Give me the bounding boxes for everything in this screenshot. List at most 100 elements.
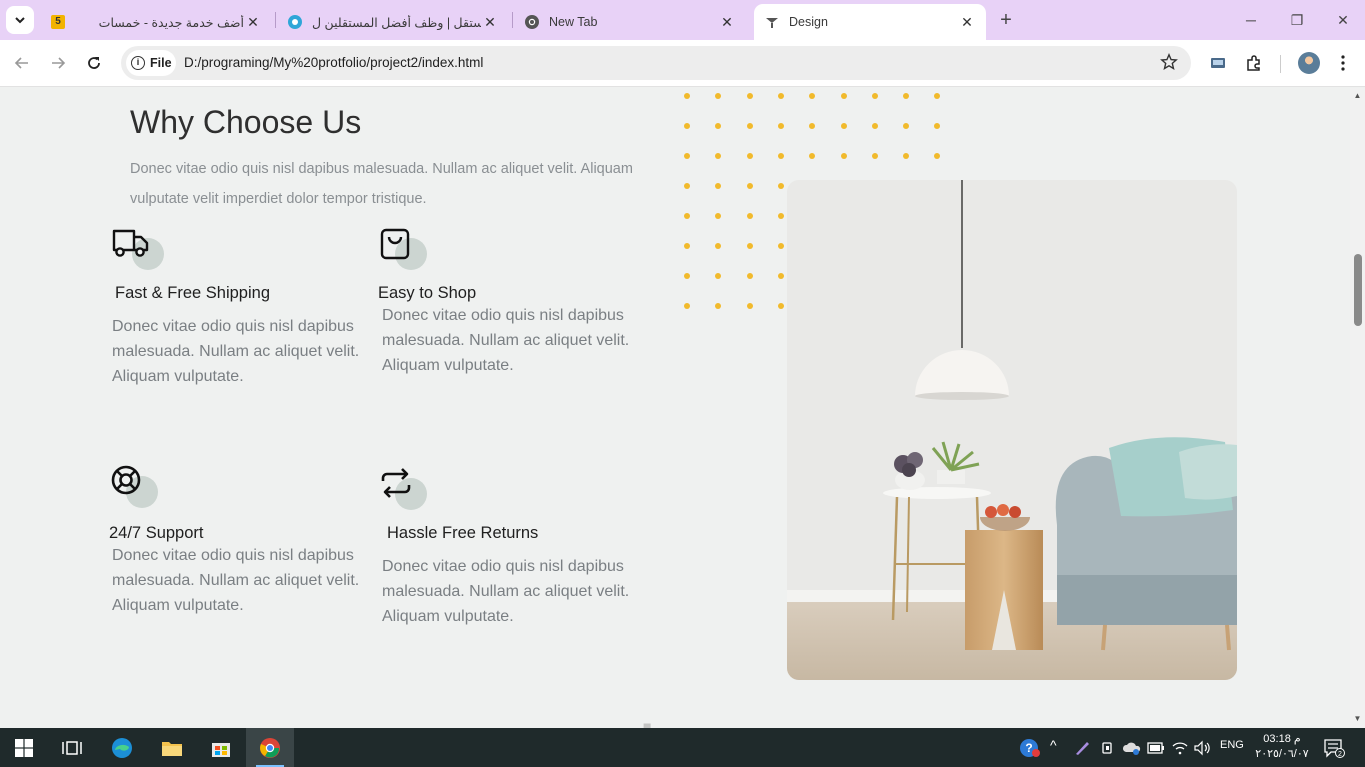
dot (809, 153, 816, 159)
dot (840, 123, 847, 129)
profile-avatar[interactable] (1298, 52, 1320, 74)
notification-center-icon[interactable]: 2 (1322, 736, 1346, 760)
scroll-up-icon[interactable]: ▲ (1353, 91, 1362, 100)
dot (684, 93, 690, 99)
shopping-bag-icon (380, 228, 410, 260)
volume-icon[interactable] (1190, 736, 1214, 760)
restore-icon[interactable]: ❐ (1287, 10, 1307, 30)
dot (903, 153, 910, 159)
dot (746, 273, 753, 279)
dot (746, 93, 753, 99)
feature-text: Donec vitae odio quis nisl dapibus males… (112, 318, 360, 385)
extensions-icon[interactable] (1243, 52, 1265, 74)
windows-start-icon[interactable] (12, 736, 36, 760)
wifi-icon[interactable] (1168, 736, 1192, 760)
lifebuoy-icon (111, 465, 141, 495)
tab-strip: 5 أضف خدمة جديدة - خمسات ✕ مستقل | وظف أ… (0, 0, 1365, 40)
dot (777, 273, 784, 279)
mostaql-icon (287, 14, 303, 30)
scroll-down-icon[interactable]: ▼ (1353, 714, 1362, 723)
edge-browser-icon[interactable] (110, 736, 134, 760)
dot (715, 153, 722, 159)
meet-now-icon[interactable] (1096, 736, 1120, 760)
dot (746, 153, 753, 159)
scroll-thumb[interactable] (1354, 254, 1362, 326)
menu-kebab-icon[interactable] (1332, 52, 1354, 74)
dot (746, 123, 753, 129)
tab-new-tab[interactable]: New Tab ✕ (514, 4, 746, 40)
feature-title: Easy to Shop (378, 284, 477, 302)
dot (934, 153, 941, 159)
pen-icon[interactable] (1070, 736, 1094, 760)
chevron-down-icon (15, 17, 25, 24)
back-button[interactable] (11, 52, 33, 74)
tab-khamsat[interactable]: 5 أضف خدمة جديدة - خمسات ✕ (40, 4, 272, 40)
bookmark-star-icon[interactable] (1160, 53, 1178, 71)
battery-icon[interactable] (1144, 736, 1168, 760)
dot (684, 153, 690, 159)
dot (715, 213, 722, 219)
svg-text:?: ? (1025, 741, 1032, 755)
microsoft-store-icon[interactable] (209, 736, 233, 760)
dot (715, 243, 722, 249)
screen-capture-icon[interactable] (1207, 52, 1229, 74)
dot (840, 93, 847, 99)
vertical-scrollbar[interactable]: ▲ ▼ (1350, 88, 1365, 728)
dot (715, 303, 722, 309)
dot (777, 153, 784, 159)
feature-text: Donec vitae odio quis nisl dapibus males… (382, 307, 630, 374)
feature-icon-wrap (379, 226, 431, 270)
dot (684, 273, 690, 279)
section-heading: Why Choose Us (130, 104, 362, 140)
tab-mostaql[interactable]: مستقل | وظف أفضل المستقلين ل ✕ (277, 4, 509, 40)
tab-design[interactable]: Design ✕ (754, 4, 986, 40)
input-language[interactable]: ENG (1220, 739, 1244, 751)
dot (746, 243, 753, 249)
tab-search-button[interactable] (6, 6, 34, 34)
dot (934, 123, 941, 129)
chrome-taskbar-icon[interactable] (258, 736, 282, 760)
feature-text: Donec vitae odio quis nisl dapibus males… (382, 558, 630, 625)
dot (777, 213, 784, 219)
page-viewport: Why Choose Us Donec vitae odio quis nisl… (0, 88, 1350, 728)
feature-text: Donec vitae odio quis nisl dapibus males… (112, 547, 360, 614)
forward-button[interactable] (47, 52, 69, 74)
system-clock[interactable]: 03:18 م ٢٠٢٥/٠٦/٠٧ (1252, 732, 1312, 762)
new-tab-button[interactable]: + (996, 10, 1016, 30)
dot (746, 183, 753, 189)
dot (684, 123, 690, 129)
dot (809, 93, 816, 99)
dot (746, 213, 753, 219)
tab-title: New Tab (549, 15, 598, 29)
dot (871, 153, 878, 159)
dot (715, 273, 722, 279)
close-window-icon[interactable]: ✕ (1333, 10, 1353, 30)
onedrive-icon[interactable] (1120, 736, 1144, 760)
reload-icon (88, 57, 100, 69)
close-tab-icon[interactable]: ✕ (958, 13, 976, 31)
close-tab-icon[interactable]: ✕ (718, 13, 736, 31)
dot (684, 183, 690, 189)
design-icon (764, 14, 780, 30)
minimize-icon[interactable]: ─ (1241, 10, 1261, 30)
khamsat-5-icon: 5 (50, 14, 66, 30)
address-bar[interactable]: i File D:/programing/My%20protfolio/proj… (121, 46, 1191, 80)
site-info-chip[interactable]: i File (126, 50, 176, 76)
reload-button[interactable] (83, 52, 105, 74)
dot (715, 93, 722, 99)
dot (777, 183, 784, 189)
close-tab-icon[interactable]: ✕ (244, 13, 262, 31)
show-hidden-icons-icon[interactable]: ^ (1050, 737, 1057, 753)
feature-icon-wrap (379, 466, 431, 510)
task-view-icon[interactable] (60, 736, 84, 760)
dot (903, 93, 910, 99)
arrow-left-icon (14, 57, 28, 69)
dot (934, 93, 941, 99)
svg-text:2: 2 (1338, 751, 1342, 758)
file-explorer-icon[interactable] (160, 736, 184, 760)
url-text[interactable]: D:/programing/My%20protfolio/project2/in… (184, 55, 483, 70)
dot (684, 213, 690, 219)
close-tab-icon[interactable]: ✕ (481, 13, 499, 31)
help-notification-icon[interactable]: ? (1018, 736, 1042, 760)
dot (777, 303, 784, 309)
